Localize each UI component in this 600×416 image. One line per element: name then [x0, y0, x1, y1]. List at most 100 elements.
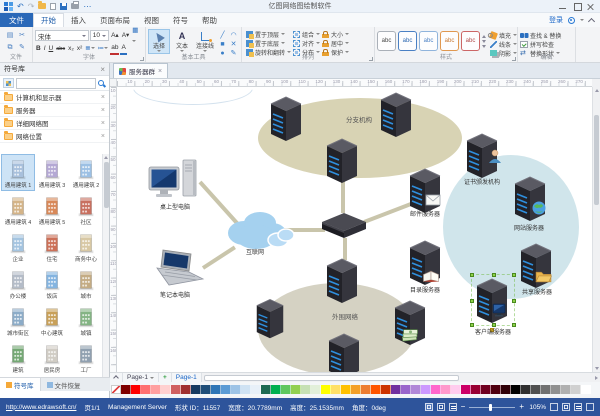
color-swatch[interactable] — [301, 385, 311, 394]
find-replace-button[interactable]: 查找 & 替换 — [520, 31, 573, 39]
color-swatch[interactable] — [361, 385, 371, 394]
settings-dropdown-icon[interactable] — [580, 19, 584, 21]
library-item[interactable]: 服务器 × — [0, 104, 109, 117]
maximize-button[interactable] — [573, 3, 580, 10]
symbol-item[interactable]: 城市 — [69, 265, 103, 302]
zoom-slider-thumb[interactable] — [489, 404, 492, 411]
print-icon[interactable] — [71, 3, 79, 9]
symbol-item[interactable]: 住宅 — [35, 228, 69, 265]
close-document-icon[interactable]: × — [158, 68, 162, 75]
color-swatch[interactable] — [511, 385, 521, 394]
selection-handle[interactable] — [470, 299, 474, 303]
symbol-item[interactable]: 城市街区 — [1, 302, 35, 339]
symbol-item[interactable]: 建筑 — [1, 339, 35, 376]
close-button[interactable] — [587, 3, 594, 10]
close-library-icon[interactable]: × — [101, 107, 105, 114]
color-swatch[interactable] — [291, 385, 301, 394]
scrollbar-thumb[interactable] — [594, 115, 599, 205]
desktop-computer-node[interactable] — [147, 159, 203, 203]
page-tab-active[interactable]: Page-1 — [172, 373, 202, 382]
scrollbar-thumb[interactable] — [204, 375, 459, 381]
arrange-menu-item[interactable]: 居中 — [322, 39, 349, 47]
server-node[interactable] — [255, 297, 285, 339]
scroll-up-icon[interactable] — [104, 156, 108, 159]
color-swatch[interactable] — [261, 385, 271, 394]
server-node[interactable] — [325, 257, 359, 303]
tab-insert[interactable]: 插入 — [64, 13, 93, 27]
style-swatch[interactable]: abc — [461, 31, 480, 51]
color-swatch[interactable] — [181, 385, 191, 394]
tab-file-recovery[interactable]: 文件恢复 — [41, 378, 87, 391]
font-dialog-launcher-icon[interactable] — [140, 57, 144, 61]
zoom-in-button[interactable]: + — [519, 403, 524, 411]
scrollbar-thumb[interactable] — [104, 162, 109, 208]
symbol-item[interactable]: 中心建筑 — [35, 302, 69, 339]
color-swatch[interactable] — [271, 385, 281, 394]
color-swatch[interactable] — [551, 385, 561, 394]
color-swatch[interactable] — [411, 385, 421, 394]
style-swatch[interactable]: abc — [440, 31, 459, 51]
symbol-item[interactable]: 办公楼 — [1, 265, 35, 302]
color-swatch[interactable] — [381, 385, 391, 394]
gear-icon[interactable] — [568, 17, 575, 24]
library-selector-button[interactable] — [3, 78, 14, 88]
color-swatch[interactable] — [151, 385, 161, 394]
tab-help[interactable]: 帮助 — [195, 13, 224, 27]
symbol-item[interactable]: 企业 — [1, 228, 35, 265]
scroll-up-icon[interactable] — [595, 89, 599, 92]
color-swatch[interactable] — [581, 385, 591, 394]
color-swatch[interactable] — [131, 385, 141, 394]
color-swatch[interactable] — [211, 385, 221, 394]
close-library-icon[interactable]: × — [101, 94, 105, 101]
cut-icon[interactable]: ✂ — [19, 32, 25, 40]
grow-font-button[interactable]: A▴ — [110, 30, 120, 41]
font-family-select[interactable]: 宋体 — [35, 30, 89, 41]
color-swatch[interactable] — [111, 385, 121, 394]
change-case-button[interactable]: ▦ — [131, 25, 143, 47]
color-swatch[interactable] — [401, 385, 411, 394]
color-swatch[interactable] — [141, 385, 151, 394]
paste-icon[interactable]: ▤ — [7, 32, 14, 40]
outline-view-icon[interactable] — [449, 403, 457, 411]
color-swatch[interactable] — [121, 385, 131, 394]
page-selector[interactable]: Page-1 — [123, 373, 159, 382]
symbol-item[interactable]: 通用建筑 5 — [35, 191, 69, 228]
zoom-out-button[interactable]: − — [461, 403, 466, 411]
tab-symbols[interactable]: 符号 — [166, 13, 195, 27]
color-swatch[interactable] — [241, 385, 251, 394]
symbol-item[interactable]: 通用建筑 1 — [1, 154, 35, 191]
color-swatch[interactable] — [451, 385, 461, 394]
line-tool-icon[interactable]: ╱ — [220, 32, 224, 40]
color-swatch[interactable] — [471, 385, 481, 394]
color-swatch[interactable] — [311, 385, 321, 394]
color-swatch[interactable] — [191, 385, 201, 394]
library-item[interactable]: 网络位置 × — [0, 130, 109, 143]
color-swatch[interactable] — [321, 385, 331, 394]
selection-handle[interactable] — [470, 273, 474, 277]
collapse-ribbon-icon[interactable] — [588, 17, 595, 24]
tab-symbol-library[interactable]: 符号库 — [0, 378, 41, 391]
color-swatch[interactable] — [251, 385, 261, 394]
arrange-menu-item[interactable]: 置于底层 — [246, 39, 291, 47]
style-gallery-scroll[interactable] — [481, 29, 487, 54]
tab-file[interactable]: 文件 — [0, 13, 33, 27]
selection-handle[interactable] — [512, 273, 516, 277]
arrange-dialog-launcher-icon[interactable] — [369, 57, 373, 61]
color-swatch[interactable] — [531, 385, 541, 394]
scroll-down-icon[interactable] — [482, 40, 486, 43]
copy-icon[interactable]: ⧉ — [8, 44, 13, 52]
symbol-item[interactable]: 社区 — [69, 191, 103, 228]
scroll-down-icon[interactable] — [595, 367, 599, 370]
redo-button[interactable]: ↷ — [28, 2, 35, 11]
format-painter-icon[interactable]: ✎ — [19, 44, 25, 52]
qat-more-button[interactable]: ⋯ — [83, 2, 91, 11]
save-icon[interactable] — [60, 3, 67, 10]
server-node[interactable] — [327, 332, 361, 372]
symbol-item[interactable]: 商务中心 — [69, 228, 103, 265]
arrange-menu-item[interactable]: 置于顶层 — [246, 30, 291, 38]
color-swatch[interactable] — [281, 385, 291, 394]
symbol-search-input[interactable] — [16, 78, 96, 89]
laptop-node[interactable] — [153, 249, 209, 287]
zoom-tool-icon[interactable] — [574, 403, 582, 411]
color-swatch[interactable] — [201, 385, 211, 394]
